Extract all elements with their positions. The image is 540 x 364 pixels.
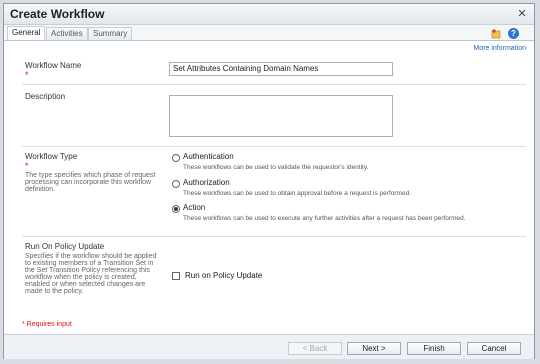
radio-authorization-desc: These workflows can be used to obtain ap… — [183, 190, 411, 197]
footer-buttons: < Back Next > Finish Cancel — [4, 334, 534, 359]
next-button[interactable]: Next > — [347, 342, 401, 355]
add-attribute-icon[interactable] — [490, 28, 501, 39]
workflow-type-help: The type specifies which phase of reques… — [25, 172, 156, 193]
radio-action-label: Action — [183, 203, 206, 212]
required-marker: * — [25, 70, 29, 80]
description-textarea[interactable] — [169, 95, 393, 137]
description-label: Description — [25, 92, 66, 101]
workflow-name-input[interactable]: Set Attributes Containing Domain Names — [169, 62, 393, 76]
create-workflow-dialog: Create Workflow ✕ General Activities Sum… — [3, 3, 535, 359]
close-icon[interactable]: ✕ — [516, 8, 528, 20]
radio-authorization-label: Authorization — [183, 178, 230, 187]
workflow-type-label: Workflow Type — [25, 152, 78, 161]
radio-action[interactable] — [172, 205, 180, 213]
divider — [22, 84, 526, 85]
tab-bar: General Activities Summary — [4, 25, 534, 41]
run-on-policy-checkbox-label: Run on Policy Update — [185, 271, 263, 280]
run-on-policy-label: Run On Policy Update — [25, 242, 105, 251]
workflow-name-label: Workflow Name — [25, 61, 82, 70]
radio-authentication[interactable] — [172, 154, 180, 162]
help-icon[interactable]: ? — [508, 28, 519, 39]
run-on-policy-checkbox[interactable] — [172, 272, 180, 280]
divider — [22, 146, 526, 147]
radio-action-desc: These workflows can be used to execute a… — [183, 215, 466, 222]
tab-summary[interactable]: Summary — [88, 27, 133, 40]
requires-input-note: * Requires input — [22, 321, 72, 328]
radio-authentication-desc: These workflows can be used to validate … — [183, 164, 369, 171]
title-bar: Create Workflow ✕ — [4, 4, 534, 25]
cancel-button[interactable]: Cancel — [467, 342, 521, 355]
radio-authentication-label: Authentication — [183, 152, 234, 161]
tab-general[interactable]: General — [7, 26, 46, 40]
divider — [22, 236, 526, 237]
radio-authorization[interactable] — [172, 180, 180, 188]
finish-button[interactable]: Finish — [407, 342, 461, 355]
back-button[interactable]: < Back — [288, 342, 342, 355]
required-marker: * — [25, 161, 29, 171]
tab-activities[interactable]: Activities — [46, 27, 88, 40]
dialog-title: Create Workflow — [10, 7, 105, 21]
run-on-policy-help: Specifies if the workflow should be appl… — [25, 253, 157, 295]
toolbar: ? — [486, 28, 526, 40]
more-information-link[interactable]: More information — [473, 45, 526, 52]
